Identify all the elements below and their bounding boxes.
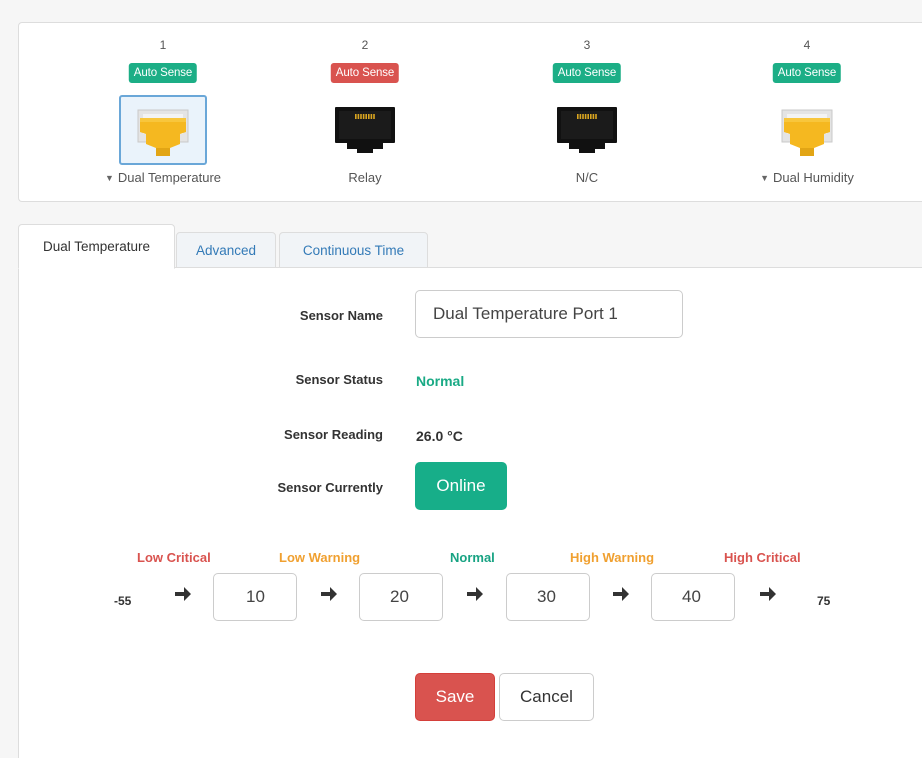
cancel-button[interactable]: Cancel [499, 673, 594, 721]
caret-down-icon: ▼ [760, 173, 769, 183]
save-button[interactable]: Save [415, 673, 495, 721]
min-bound-value: -55 [114, 594, 132, 608]
port-label: Relay [348, 170, 382, 185]
tab-content-panel: Sensor Name Sensor Status Normal Sensor … [18, 267, 922, 758]
sensor-name-label: Sensor Name [299, 308, 383, 323]
auto-sense-badge: Auto Sense [552, 63, 622, 83]
arrow-right-icon [613, 587, 629, 601]
high-critical-label: High Critical [724, 550, 801, 565]
port-label: N/C [575, 170, 599, 185]
sensor-reading-value: 26.0 °C [416, 428, 463, 444]
rj45-yellow-connector-icon [781, 109, 833, 156]
normal-label: Normal [450, 550, 495, 565]
ports-panel: 1 Auto Sense ▼ Dual Temperature 2 Auto Se… [18, 22, 922, 202]
arrow-right-icon [467, 587, 483, 601]
port-number: 4 [803, 38, 811, 52]
caret-down-icon: ▼ [104, 173, 114, 183]
online-status-button[interactable]: Online [415, 462, 507, 510]
max-bound-value: 75 [817, 594, 831, 608]
arrow-right-icon [321, 587, 337, 601]
port-label-text: Dual Temperature [117, 170, 221, 185]
port-icon-button[interactable] [321, 95, 409, 165]
port-number: 3 [583, 38, 591, 52]
port-number: 1 [159, 38, 167, 52]
low-critical-label: Low Critical [137, 550, 211, 565]
tab-dual-temperature[interactable]: Dual Temperature [18, 224, 175, 269]
port-label-text: Dual Humidity [773, 170, 854, 185]
port-label[interactable]: ▼ Dual Temperature [83, 170, 243, 185]
page: 1 Auto Sense ▼ Dual Temperature 2 Auto Se… [0, 0, 922, 758]
sensor-status-label: Sensor Status [295, 372, 383, 387]
arrow-right-icon [760, 587, 776, 601]
port-1[interactable]: 1 Auto Sense ▼ Dual Temperature [83, 23, 243, 203]
auto-sense-badge: Auto Sense [330, 63, 400, 83]
high-warning-label: High Warning [570, 550, 655, 565]
sensor-currently-label: Sensor Currently [277, 480, 383, 495]
auto-sense-badge: Auto Sense [128, 63, 198, 83]
port-2[interactable]: 2 Auto Sense Relay [285, 23, 445, 203]
low-warning-threshold-input[interactable] [359, 573, 443, 621]
rj45-black-port-icon [335, 107, 395, 153]
rj45-yellow-connector-icon [137, 109, 189, 156]
auto-sense-badge: Auto Sense [772, 63, 842, 83]
port-label[interactable]: ▼ Dual Humidity [727, 170, 887, 185]
low-warning-label: Low Warning [279, 550, 361, 565]
high-warning-threshold-input[interactable] [506, 573, 590, 621]
rj45-black-port-icon [557, 107, 617, 153]
low-critical-threshold-input[interactable] [213, 573, 297, 621]
port-3[interactable]: 3 Auto Sense N/C [507, 23, 667, 203]
port-icon-button[interactable] [763, 95, 851, 165]
port-icon-button[interactable] [543, 95, 631, 165]
tab-continuous-time[interactable]: Continuous Time [279, 232, 428, 268]
sensor-name-input[interactable] [415, 290, 683, 338]
sensor-reading-label: Sensor Reading [284, 427, 383, 442]
sensor-status-value: Normal [416, 373, 465, 389]
arrow-right-icon [175, 587, 191, 601]
port-number: 2 [361, 38, 369, 52]
high-critical-threshold-input[interactable] [651, 573, 735, 621]
port-4[interactable]: 4 Auto Sense ▼ Dual Humidity [727, 23, 887, 203]
tab-advanced[interactable]: Advanced [176, 232, 276, 268]
port-icon-button[interactable] [119, 95, 207, 165]
